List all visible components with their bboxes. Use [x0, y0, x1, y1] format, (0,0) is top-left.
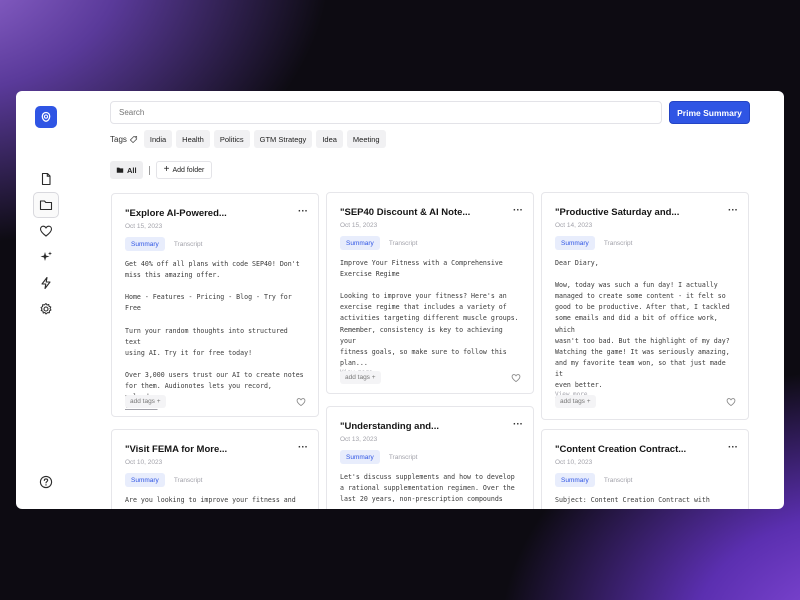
- tab-summary[interactable]: Summary: [125, 237, 165, 251]
- tab-transcript[interactable]: Transcript: [389, 240, 418, 247]
- tab-transcript[interactable]: Transcript: [604, 240, 633, 247]
- tag-chip[interactable]: Idea: [316, 130, 343, 148]
- add-folder-button[interactable]: + Add folder: [155, 161, 213, 179]
- more-options-icon[interactable]: ···: [298, 206, 308, 217]
- card-footer: add tags +: [125, 395, 306, 408]
- card-footer: add tags +: [555, 395, 736, 408]
- card-title: "SEP40 Discount & AI Note...: [340, 207, 471, 218]
- divider: [148, 165, 150, 175]
- tag-chip[interactable]: Meeting: [346, 130, 386, 148]
- help-button[interactable]: [33, 469, 59, 495]
- heart-icon[interactable]: [511, 373, 521, 383]
- app-window: Prime Summary Tags India Health Politics…: [16, 91, 784, 509]
- card-body: Dear Diary, Wow, today was such a fun da…: [555, 259, 730, 390]
- tab-summary[interactable]: Summary: [555, 473, 595, 487]
- card-body: Subject: Content Creation Contract with: [555, 496, 710, 504]
- card-tabs: Summary Transcript: [555, 236, 736, 250]
- tab-summary[interactable]: Summary: [340, 450, 380, 464]
- note-card[interactable]: "Explore AI-Powered... ··· Oct 15, 2023 …: [111, 193, 319, 417]
- tab-transcript[interactable]: Transcript: [174, 241, 203, 248]
- card-date: Oct 10, 2023: [125, 459, 163, 466]
- tag-chip[interactable]: Politics: [213, 130, 250, 148]
- logo-icon: [41, 111, 51, 122]
- more-options-icon[interactable]: ···: [728, 205, 738, 216]
- tab-transcript[interactable]: Transcript: [389, 454, 418, 461]
- card-tabs: Summary Transcript: [340, 236, 521, 250]
- sidebar-item-favorites[interactable]: [33, 218, 59, 244]
- tab-transcript[interactable]: Transcript: [174, 477, 203, 484]
- more-options-icon[interactable]: ···: [513, 419, 523, 430]
- lightning-icon: [41, 276, 51, 290]
- tab-transcript[interactable]: Transcript: [604, 477, 633, 484]
- sidebar-item-settings[interactable]: [33, 296, 59, 322]
- help-icon: [39, 475, 53, 489]
- folder-icon: [39, 200, 53, 211]
- heart-icon[interactable]: [296, 397, 306, 407]
- note-card[interactable]: "Productive Saturday and... ··· Oct 14, …: [541, 192, 749, 420]
- card-tabs: Summary Transcript: [125, 237, 306, 251]
- tab-summary[interactable]: Summary: [555, 236, 595, 250]
- card-title: "Content Creation Contract...: [555, 444, 687, 455]
- add-tags-button[interactable]: add tags +: [125, 395, 166, 408]
- tags-label: Tags: [110, 135, 138, 144]
- tag-chip[interactable]: Health: [176, 130, 210, 148]
- plus-icon: +: [163, 164, 170, 175]
- more-options-icon[interactable]: ···: [298, 442, 308, 453]
- heart-icon: [39, 225, 53, 237]
- note-card[interactable]: "Understanding and... ··· Oct 13, 2023 S…: [326, 406, 534, 509]
- heart-icon[interactable]: [726, 397, 736, 407]
- tab-summary[interactable]: Summary: [125, 473, 165, 487]
- card-body: Let's discuss supplements and how to dev…: [340, 473, 515, 504]
- card-date: Oct 14, 2023: [555, 222, 593, 229]
- card-date: Oct 15, 2023: [340, 222, 378, 229]
- note-card[interactable]: "Content Creation Contract... ··· Oct 10…: [541, 429, 749, 509]
- card-title: "Visit FEMA for More...: [125, 444, 228, 455]
- sidebar: [16, 91, 76, 509]
- sidebar-item-notes[interactable]: [33, 166, 59, 192]
- add-folder-label: Add folder: [172, 166, 205, 174]
- tags-filter-row: Tags India Health Politics GTM Strategy …: [110, 130, 390, 148]
- document-icon: [41, 172, 51, 186]
- tab-summary[interactable]: Summary: [340, 236, 380, 250]
- more-options-icon[interactable]: ···: [513, 205, 523, 216]
- note-card[interactable]: "SEP40 Discount & AI Note... ··· Oct 15,…: [326, 192, 534, 394]
- tag-icon: [129, 135, 137, 143]
- tag-chip[interactable]: India: [143, 130, 173, 148]
- sparkles-icon: [40, 251, 52, 261]
- card-tabs: Summary Transcript: [125, 473, 306, 487]
- folder-all-button[interactable]: All: [110, 161, 143, 179]
- note-card[interactable]: "Visit FEMA for More... ··· Oct 10, 2023…: [111, 429, 319, 509]
- add-tags-button[interactable]: add tags +: [340, 371, 381, 384]
- card-tabs: Summary Transcript: [340, 450, 521, 464]
- gear-icon: [40, 303, 52, 315]
- main-content: Prime Summary Tags India Health Politics…: [110, 91, 784, 509]
- app-logo[interactable]: [35, 106, 57, 128]
- folder-row: All + Add folder: [110, 161, 213, 179]
- folder-all-label: All: [127, 165, 137, 175]
- card-title: "Productive Saturday and...: [555, 207, 680, 218]
- card-body: Improve Your Fitness with a Comprehensiv…: [340, 259, 519, 367]
- card-date: Oct 10, 2023: [555, 459, 593, 466]
- card-body: Get 40% off all plans with code SEP40! D…: [125, 260, 304, 401]
- sidebar-item-quick[interactable]: [33, 270, 59, 296]
- card-title: "Understanding and...: [340, 421, 439, 432]
- folder-icon: [116, 167, 124, 173]
- search-input[interactable]: [110, 101, 662, 124]
- card-date: Oct 13, 2023: [340, 436, 378, 443]
- card-tabs: Summary Transcript: [555, 473, 736, 487]
- card-body: Are you looking to improve your fitness …: [125, 496, 296, 504]
- card-footer: add tags +: [340, 371, 521, 384]
- more-options-icon[interactable]: ···: [728, 442, 738, 453]
- tag-chip[interactable]: GTM Strategy: [253, 130, 313, 148]
- sidebar-item-ai[interactable]: [33, 244, 59, 270]
- tags-label-text: Tags: [110, 134, 127, 144]
- prime-summary-button[interactable]: Prime Summary: [669, 101, 750, 124]
- sidebar-item-folders[interactable]: [33, 192, 59, 218]
- card-title: "Explore AI-Powered...: [125, 208, 227, 219]
- card-date: Oct 15, 2023: [125, 223, 163, 230]
- add-tags-button[interactable]: add tags +: [555, 395, 596, 408]
